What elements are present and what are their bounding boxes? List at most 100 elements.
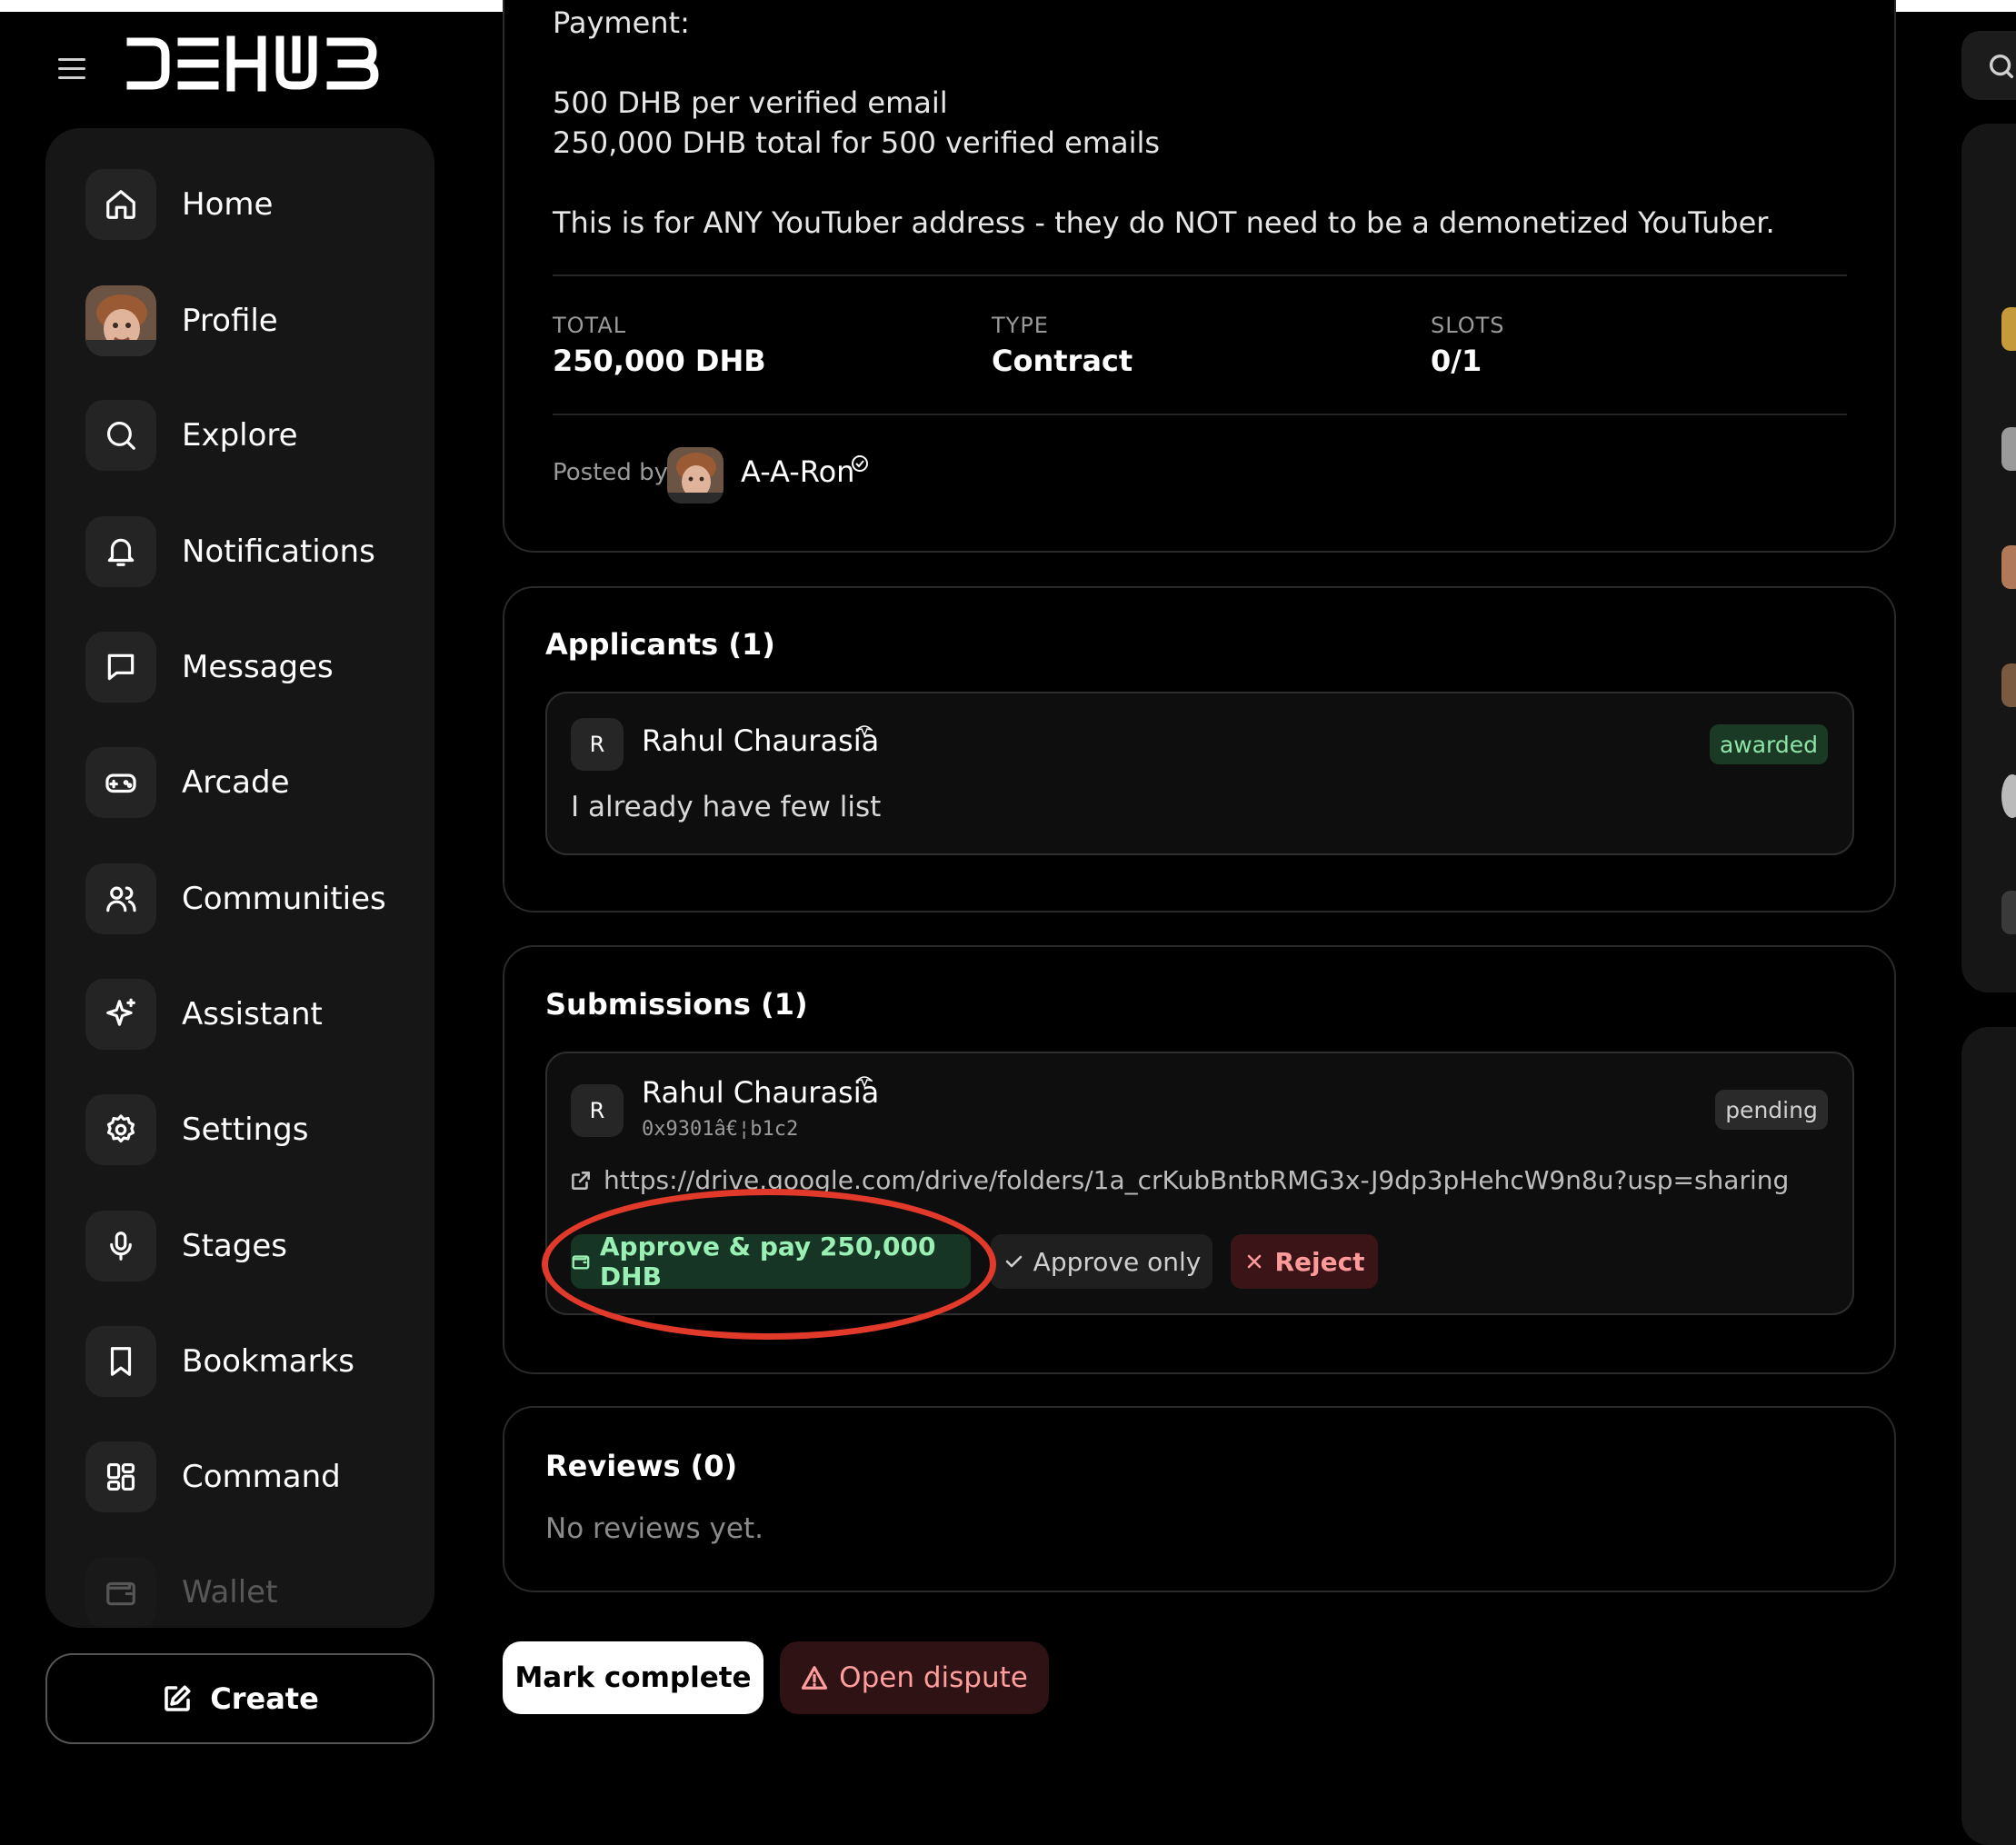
approve-and-pay-button[interactable]: Approve & pay 250,000 DHB xyxy=(571,1232,971,1292)
reject-button[interactable]: Reject xyxy=(1231,1234,1378,1289)
payment-line-1: 500 DHB per verified email xyxy=(553,85,948,120)
rail-thumbnail[interactable] xyxy=(2001,663,2016,707)
search-icon xyxy=(85,400,156,471)
sidebar-item-label: Arcade xyxy=(182,764,290,801)
sparkle-icon xyxy=(85,979,156,1050)
bounty-note: This is for ANY YouTuber address - they … xyxy=(553,205,1775,240)
sidebar-item-settings[interactable]: Settings xyxy=(85,1093,413,1166)
reviews-empty-text: No reviews yet. xyxy=(545,1512,763,1545)
sidebar-item-profile[interactable]: Profile xyxy=(85,284,413,357)
applicant-name[interactable]: Rahul Chaurasia xyxy=(642,723,879,758)
search-icon xyxy=(1989,54,2014,79)
sidebar-item-command[interactable]: Command xyxy=(85,1441,413,1513)
sidebar-item-stages[interactable]: Stages xyxy=(85,1210,413,1282)
divider xyxy=(553,274,1847,276)
applicants-title: Applicants (1) xyxy=(545,627,775,662)
external-link-icon xyxy=(572,1171,590,1190)
total-value: 250,000 DHB xyxy=(553,344,766,378)
rail-thumbnail[interactable] xyxy=(2001,891,2016,934)
wallet-icon xyxy=(85,1557,156,1628)
applicant-item xyxy=(545,692,1854,855)
sidebar-item-home[interactable]: Home xyxy=(85,168,413,241)
slots-value: 0/1 xyxy=(1431,344,1482,378)
right-rail-panel xyxy=(1961,1027,2016,1845)
open-dispute-button[interactable]: Open dispute xyxy=(780,1641,1049,1714)
message-icon xyxy=(85,632,156,703)
bookmark-icon xyxy=(85,1326,156,1397)
sidebar-item-label: Assistant xyxy=(182,996,323,1032)
applicant-message: I already have few list xyxy=(571,791,882,823)
microphone-icon xyxy=(85,1211,156,1282)
avatar xyxy=(85,285,156,356)
reject-label: Reject xyxy=(1274,1246,1365,1277)
users-icon xyxy=(85,863,156,934)
submitter-name[interactable]: Rahul Chaurasia xyxy=(642,1075,879,1110)
payment-line-2: 250,000 DHB total for 500 verified email… xyxy=(553,125,1161,160)
submission-link-text: https://drive.google.com/drive/folders/1… xyxy=(604,1165,1790,1195)
poster-name[interactable]: A-A-Ron xyxy=(741,454,854,489)
sidebar-item-label: Profile xyxy=(182,303,278,339)
posted-by-label: Posted by xyxy=(553,459,669,486)
slots-label: SLOTS xyxy=(1431,313,1505,338)
verified-badge-icon xyxy=(852,455,868,472)
applicant-avatar[interactable]: R xyxy=(571,718,624,771)
reviews-card xyxy=(503,1406,1896,1592)
sidebar-item-communities[interactable]: Communities xyxy=(85,863,413,935)
submitter-avatar[interactable]: R xyxy=(571,1084,624,1137)
sidebar-item-label: Home xyxy=(182,186,274,223)
approve-only-button[interactable]: Approve only xyxy=(991,1234,1213,1289)
total-label: TOTAL xyxy=(553,313,627,338)
sidebar-item-wallet[interactable]: Wallet xyxy=(85,1556,413,1628)
sidebar-item-messages[interactable]: Messages xyxy=(85,631,413,703)
open-dispute-label: Open dispute xyxy=(839,1661,1028,1694)
divider xyxy=(553,414,1847,415)
gear-icon xyxy=(85,1094,156,1165)
verified-badge-icon xyxy=(856,725,873,737)
sidebar-item-label: Bookmarks xyxy=(182,1343,354,1380)
sidebar-item-label: Notifications xyxy=(182,534,375,570)
create-button[interactable]: Create xyxy=(45,1653,434,1744)
sidebar-item-notifications[interactable]: Notifications xyxy=(85,515,413,588)
rail-thumbnail[interactable] xyxy=(2001,307,2016,351)
reviews-title: Reviews (0) xyxy=(545,1449,738,1483)
rail-thumbnail[interactable] xyxy=(2001,427,2016,471)
approve-only-label: Approve only xyxy=(1033,1246,1202,1277)
approve-and-pay-label: Approve & pay 250,000 DHB xyxy=(599,1232,936,1292)
search-button[interactable] xyxy=(1961,31,2016,100)
sidebar-item-explore[interactable]: Explore xyxy=(85,399,413,472)
sidebar-item-label: Wallet xyxy=(182,1574,278,1611)
submission-link[interactable]: https://drive.google.com/drive/folders/1… xyxy=(569,1165,1789,1195)
close-icon xyxy=(1248,1254,1262,1269)
sidebar-item-label: Stages xyxy=(182,1228,287,1264)
rail-thumbnail[interactable] xyxy=(2001,545,2016,589)
poster-avatar[interactable] xyxy=(667,447,724,504)
check-icon xyxy=(1005,1255,1022,1268)
payment-heading: Payment: xyxy=(553,5,690,40)
submitter-wallet: 0x9301â€¦b1c2 xyxy=(642,1118,799,1141)
sidebar-item-assistant[interactable]: Assistant xyxy=(85,978,413,1051)
status-badge: awarded xyxy=(1710,724,1828,764)
home-icon xyxy=(85,169,156,240)
sidebar-item-label: Command xyxy=(182,1459,341,1495)
bell-icon xyxy=(85,516,156,587)
mark-complete-button[interactable]: Mark complete xyxy=(503,1641,763,1714)
sidebar-item-arcade[interactable]: Arcade xyxy=(85,746,413,819)
sidebar-item-label: Communities xyxy=(182,881,386,917)
sidebar: Home Profile Explore Notifications Messa… xyxy=(45,128,434,1628)
sidebar-item-label: Messages xyxy=(182,649,334,685)
status-badge: pending xyxy=(1715,1090,1828,1130)
verified-badge-icon xyxy=(856,1076,873,1088)
menu-icon[interactable] xyxy=(58,58,85,80)
type-value: Contract xyxy=(992,344,1133,378)
grid-icon xyxy=(85,1441,156,1512)
wallet-icon xyxy=(572,1255,590,1270)
gamepad-icon xyxy=(85,747,156,818)
type-label: TYPE xyxy=(992,313,1049,338)
warning-icon xyxy=(802,1666,828,1690)
create-button-label: Create xyxy=(210,1681,319,1716)
edit-icon xyxy=(165,1685,191,1711)
sidebar-item-bookmarks[interactable]: Bookmarks xyxy=(85,1325,413,1398)
submissions-title: Submissions (1) xyxy=(545,987,808,1022)
sidebar-item-label: Settings xyxy=(182,1112,309,1148)
dehub-logo[interactable] xyxy=(125,33,384,95)
